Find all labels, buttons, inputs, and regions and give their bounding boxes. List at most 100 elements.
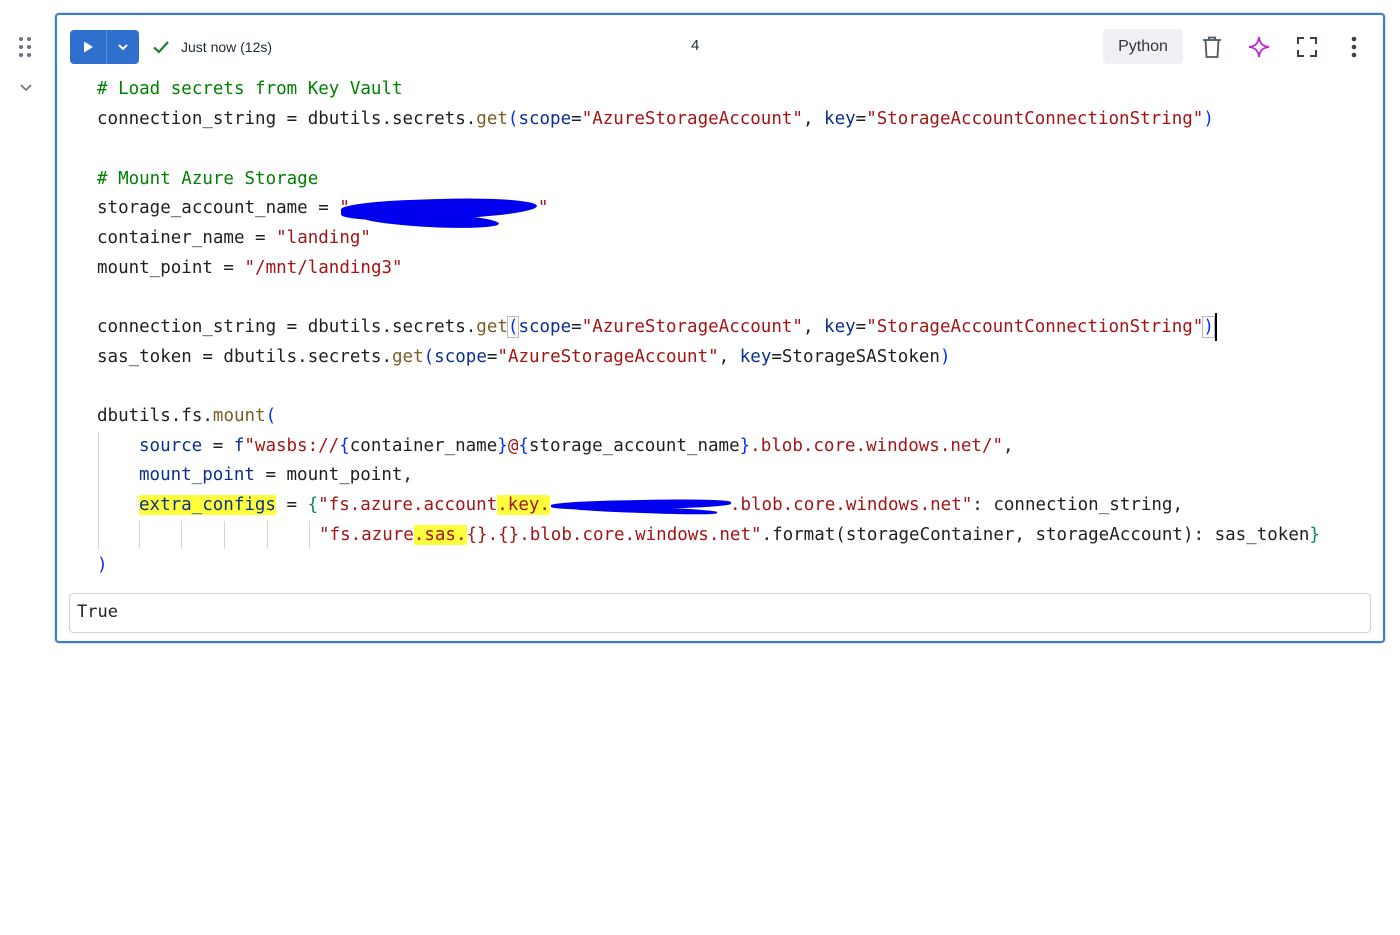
code-paren: ) xyxy=(97,555,108,575)
indent-guide xyxy=(224,521,225,549)
code-string: "/mnt/landing3" xyxy=(244,258,403,278)
code-brace: { xyxy=(518,436,529,456)
more-vertical-icon xyxy=(1351,36,1357,58)
run-status: Just now (12s) xyxy=(151,37,272,57)
code-paren: ( xyxy=(265,406,277,426)
code-paren: ) xyxy=(939,347,951,367)
code-paren: ( xyxy=(507,109,519,129)
code-line: # Mount Azure Storage xyxy=(97,165,318,193)
play-icon xyxy=(84,41,94,53)
code-param: extra_configs xyxy=(139,495,276,515)
code-text: storage_account_name xyxy=(528,436,740,456)
code-text: container_name xyxy=(349,436,498,456)
code-text: , xyxy=(802,109,825,129)
code-string: .blob.core.windows.net/" xyxy=(750,436,1004,456)
code-param: key xyxy=(824,317,856,337)
run-cell-button[interactable] xyxy=(70,30,106,64)
sparkle-icon xyxy=(1248,36,1270,58)
code-text: f xyxy=(233,436,245,456)
code-text: = xyxy=(571,317,582,337)
indent-guide xyxy=(139,521,140,549)
code-paren: ( xyxy=(506,316,520,338)
code-param: scope xyxy=(434,347,487,367)
code-line: ) xyxy=(97,551,108,579)
more-options-button[interactable] xyxy=(1342,35,1366,59)
code-line: mount_point = "/mnt/landing3" xyxy=(97,254,403,282)
assistant-button[interactable] xyxy=(1247,35,1271,59)
code-line: container_name = "landing" xyxy=(97,224,371,252)
code-param: source xyxy=(139,436,203,456)
chevron-down-icon xyxy=(118,44,128,51)
code-comment: # Mount Azure Storage xyxy=(97,169,319,189)
code-string: "landing" xyxy=(276,228,371,248)
code-text: container_name = xyxy=(97,228,277,248)
cell-output: True xyxy=(69,593,1371,633)
output-text: True xyxy=(77,602,118,622)
collapse-chevron-icon[interactable] xyxy=(18,79,34,95)
code-paren: ( xyxy=(423,347,435,367)
code-brace: } xyxy=(739,436,751,456)
code-text: storage_account_name = xyxy=(97,198,340,218)
code-string: "fs.azure.account xyxy=(318,495,498,515)
fullscreen-icon xyxy=(1297,37,1317,57)
code-text: = xyxy=(486,347,498,367)
trash-icon xyxy=(1203,36,1221,58)
code-brace: } xyxy=(1309,525,1320,545)
code-string: "StorageAccountConnectionString" xyxy=(866,317,1204,337)
code-function: get xyxy=(392,347,424,367)
checkmark-icon xyxy=(153,41,169,54)
code-string: "StorageAccountConnectionString" xyxy=(866,109,1204,129)
code-text: , xyxy=(718,347,740,367)
cell-gutter xyxy=(0,0,52,670)
code-text: connection_string = dbutils.secrets. xyxy=(97,317,477,337)
code-text: dbutils.fs. xyxy=(97,406,213,426)
expand-cell-button[interactable] xyxy=(1295,35,1319,59)
language-badge[interactable]: Python xyxy=(1103,29,1183,64)
code-function: get xyxy=(476,317,508,337)
code-text: sas_token = dbutils.secrets. xyxy=(97,347,393,367)
cell-number: 4 xyxy=(691,37,700,54)
code-string: "AzureStorageAccount" xyxy=(581,317,803,337)
run-options-button[interactable] xyxy=(106,30,139,64)
code-line: dbutils.fs.mount( xyxy=(97,402,276,430)
run-button-group xyxy=(70,30,139,64)
code-text: .format(storageContainer, storageAccount… xyxy=(761,525,1310,545)
code-text: = xyxy=(855,109,867,129)
code-param: scope xyxy=(518,317,572,337)
code-line: connection_string = dbutils.secrets.get(… xyxy=(97,105,1214,133)
code-string: "wasbs:// xyxy=(244,436,340,456)
code-param: key xyxy=(739,347,772,367)
indent-guide xyxy=(267,521,268,549)
code-line: connection_string = dbutils.secrets.get(… xyxy=(97,313,1217,341)
code-line: source = f"wasbs://{container_name}@{sto… xyxy=(139,432,1014,460)
code-brace: { xyxy=(339,436,350,456)
code-paren: ) xyxy=(1203,109,1214,129)
code-editor[interactable]: # Load secrets from Key Vault connection… xyxy=(97,75,1320,935)
code-string: .key. xyxy=(497,495,550,515)
code-string: "AzureStorageAccount" xyxy=(497,347,719,367)
code-brace: { xyxy=(307,495,319,515)
code-string: .sas. xyxy=(413,525,467,545)
code-text: connection_string = dbutils.secrets. xyxy=(97,109,477,129)
code-function: get xyxy=(476,109,508,129)
code-paren: ) xyxy=(1202,316,1215,338)
delete-cell-button[interactable] xyxy=(1200,35,1224,59)
code-param: mount_point xyxy=(139,465,255,485)
code-text: mount_point = xyxy=(97,258,245,278)
code-line: # Load secrets from Key Vault xyxy=(97,75,403,103)
run-status-text: Just now (12s) xyxy=(181,39,273,55)
code-text: = xyxy=(855,317,867,337)
code-function: mount xyxy=(212,406,266,426)
code-text: , xyxy=(802,317,825,337)
code-text: , xyxy=(1003,436,1014,456)
code-line: "fs.azure.sas.{}.{}.blob.core.windows.ne… xyxy=(319,521,1320,549)
drag-handle-icon[interactable] xyxy=(18,36,34,58)
code-line: mount_point = mount_point, xyxy=(139,461,413,489)
code-text: = xyxy=(275,495,308,515)
text-cursor xyxy=(1214,313,1217,341)
code-comment: # Load secrets from Key Vault xyxy=(97,79,403,99)
code-string: @ xyxy=(507,436,519,456)
code-text: = xyxy=(571,109,582,129)
code-string: "fs.azure xyxy=(319,525,414,545)
notebook-cell[interactable]: Just now (12s) 4 Python # Load secrets f… xyxy=(55,13,1385,643)
